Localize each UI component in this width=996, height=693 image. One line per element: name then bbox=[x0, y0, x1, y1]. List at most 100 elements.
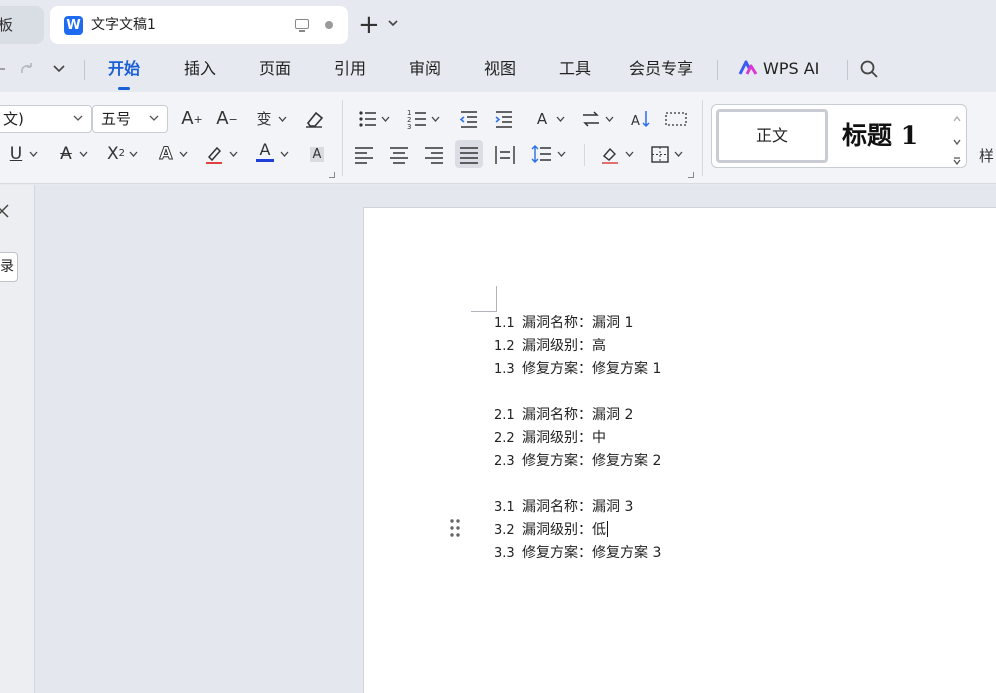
menu-separator bbox=[84, 60, 85, 80]
chevron-down-icon[interactable] bbox=[79, 151, 88, 157]
document-line[interactable]: 2.2 漏洞级别：中 bbox=[494, 427, 661, 450]
list-number: 2.1 bbox=[494, 408, 515, 423]
chevron-down-icon[interactable] bbox=[386, 16, 400, 30]
chevron-down-icon[interactable] bbox=[674, 151, 683, 157]
document-line[interactable]: 2.3 修复方案：修复方案 2 bbox=[494, 450, 661, 473]
styles-pane-button[interactable]: 样 bbox=[979, 145, 994, 166]
underline-icon[interactable]: U bbox=[2, 140, 30, 168]
distributed-align-icon[interactable] bbox=[491, 140, 519, 168]
menu-tools[interactable]: 工具 bbox=[559, 50, 591, 88]
list-number: 1.3 bbox=[494, 362, 515, 377]
quick-access-more-icon[interactable] bbox=[52, 62, 66, 76]
toc-button[interactable]: 录 bbox=[0, 252, 18, 282]
font-name-select[interactable]: 文) bbox=[0, 105, 92, 133]
paragraph-dialog-launcher-icon[interactable] bbox=[688, 172, 694, 178]
empty-line[interactable] bbox=[494, 381, 661, 404]
svg-text:A: A bbox=[631, 114, 640, 129]
line-text: 漏洞级别：低 bbox=[522, 522, 606, 538]
line-text: 漏洞级别：高 bbox=[522, 338, 606, 354]
chevron-down-icon[interactable] bbox=[179, 151, 188, 157]
menu-review[interactable]: 审阅 bbox=[409, 50, 441, 88]
navigation-pane: 录 bbox=[0, 185, 35, 693]
chevron-down-icon[interactable] bbox=[129, 151, 138, 157]
paragraph-shading-icon[interactable] bbox=[596, 140, 624, 168]
new-tab-button[interactable]: + bbox=[358, 12, 380, 38]
line-text: 漏洞名称：漏洞 3 bbox=[522, 499, 634, 515]
chevron-down-icon[interactable] bbox=[556, 116, 565, 122]
document-line[interactable]: 2.1 漏洞名称：漏洞 2 bbox=[494, 404, 661, 427]
increase-indent-icon[interactable] bbox=[490, 105, 518, 133]
borders-icon[interactable] bbox=[646, 140, 674, 168]
superscript-icon[interactable]: X2 bbox=[102, 140, 130, 168]
decrease-font-size-icon[interactable]: A − bbox=[213, 105, 241, 133]
align-right-icon[interactable] bbox=[420, 140, 448, 168]
previous-tab[interactable]: 板 bbox=[0, 6, 44, 44]
font-size-select[interactable]: 五号 bbox=[92, 105, 168, 133]
text-direction-icon[interactable]: A bbox=[528, 105, 556, 133]
search-icon[interactable] bbox=[859, 59, 879, 79]
show-hide-marks-icon[interactable] bbox=[662, 105, 690, 133]
document-line[interactable]: 1.2 漏洞级别：高 bbox=[494, 335, 661, 358]
style-heading-1[interactable]: 标题 1 bbox=[842, 109, 918, 163]
menu-references[interactable]: 引用 bbox=[334, 50, 366, 88]
chevron-down-icon[interactable] bbox=[557, 151, 566, 157]
menu-wps-ai[interactable]: WPS AI bbox=[763, 50, 819, 88]
chevron-down-icon[interactable] bbox=[625, 151, 634, 157]
line-text: 漏洞名称：漏洞 2 bbox=[522, 407, 634, 423]
undo-icon[interactable] bbox=[0, 61, 6, 77]
menu-member[interactable]: 会员专享 bbox=[629, 50, 693, 88]
document-line[interactable]: 3.1 漏洞名称：漏洞 3 bbox=[494, 496, 661, 519]
text-effect-icon[interactable]: A bbox=[152, 140, 180, 168]
menu-separator bbox=[717, 60, 718, 80]
menu-page[interactable]: 页面 bbox=[259, 50, 291, 88]
decrease-indent-icon[interactable] bbox=[455, 105, 483, 133]
document-page[interactable]: 1.1 漏洞名称：漏洞 1 1.2 漏洞级别：高 1.3 修复方案：修复方案 1 2.1 漏洞… bbox=[363, 207, 996, 693]
document-line[interactable]: 1.1 漏洞名称：漏洞 1 bbox=[494, 312, 661, 335]
chevron-down-icon[interactable] bbox=[29, 151, 38, 157]
sort-icon[interactable]: A bbox=[627, 105, 655, 133]
menu-home[interactable]: 开始 bbox=[108, 50, 140, 90]
drag-handle-icon[interactable] bbox=[449, 518, 461, 538]
align-center-icon[interactable] bbox=[385, 140, 413, 168]
monitor-icon[interactable] bbox=[295, 19, 309, 32]
document-line[interactable]: 1.3 修复方案：修复方案 1 bbox=[494, 358, 661, 381]
styles-scroll-icon[interactable] bbox=[950, 109, 964, 165]
close-icon[interactable] bbox=[0, 203, 10, 219]
line-spacing-icon[interactable] bbox=[528, 140, 556, 168]
document-line[interactable]: 3.3 修复方案：修复方案 3 bbox=[494, 542, 661, 565]
highlight-icon[interactable] bbox=[200, 140, 228, 168]
menu-separator bbox=[847, 60, 848, 80]
font-dialog-launcher-icon[interactable] bbox=[329, 172, 335, 178]
redo-icon[interactable] bbox=[18, 60, 36, 78]
chevron-down-icon[interactable] bbox=[280, 151, 289, 157]
clear-format-eraser-icon[interactable] bbox=[300, 105, 328, 133]
chevron-down-icon[interactable] bbox=[431, 116, 440, 122]
list-number: 2.3 bbox=[494, 454, 515, 469]
menu-insert[interactable]: 插入 bbox=[184, 50, 216, 88]
chevron-down-icon[interactable] bbox=[605, 116, 614, 122]
chevron-down-icon[interactable] bbox=[229, 151, 238, 157]
sort-direction-icon[interactable] bbox=[577, 105, 605, 133]
document-body[interactable]: 1.1 漏洞名称：漏洞 1 1.2 漏洞级别：高 1.3 修复方案：修复方案 1 2.1 漏洞… bbox=[494, 312, 661, 565]
align-left-icon[interactable] bbox=[350, 140, 378, 168]
list-number: 1.2 bbox=[494, 339, 515, 354]
numbered-list-icon[interactable]: 123 bbox=[404, 105, 432, 133]
menu-view[interactable]: 视图 bbox=[484, 50, 516, 88]
increase-font-size-icon[interactable]: A + bbox=[178, 105, 206, 133]
empty-line[interactable] bbox=[494, 473, 661, 496]
character-shading-icon[interactable]: A bbox=[303, 140, 331, 168]
chevron-down-icon[interactable] bbox=[278, 116, 287, 122]
line-text: 漏洞级别：中 bbox=[522, 430, 606, 446]
unsaved-dot-icon[interactable] bbox=[325, 21, 333, 29]
document-line[interactable]: 3.2 漏洞级别：低 bbox=[494, 519, 661, 542]
wps-writer-icon: W bbox=[64, 16, 83, 35]
list-number: 3.1 bbox=[494, 500, 515, 515]
justify-icon[interactable] bbox=[455, 140, 483, 168]
chevron-down-icon[interactable] bbox=[381, 116, 390, 122]
style-normal[interactable]: 正文 bbox=[716, 109, 828, 163]
phonetic-guide-icon[interactable]: 变 bbox=[250, 105, 278, 133]
document-tab[interactable]: W 文字文稿1 bbox=[50, 6, 348, 44]
strikethrough-icon[interactable]: A bbox=[52, 140, 80, 168]
bulleted-list-icon[interactable] bbox=[354, 105, 382, 133]
font-color-icon[interactable]: A bbox=[251, 138, 279, 166]
